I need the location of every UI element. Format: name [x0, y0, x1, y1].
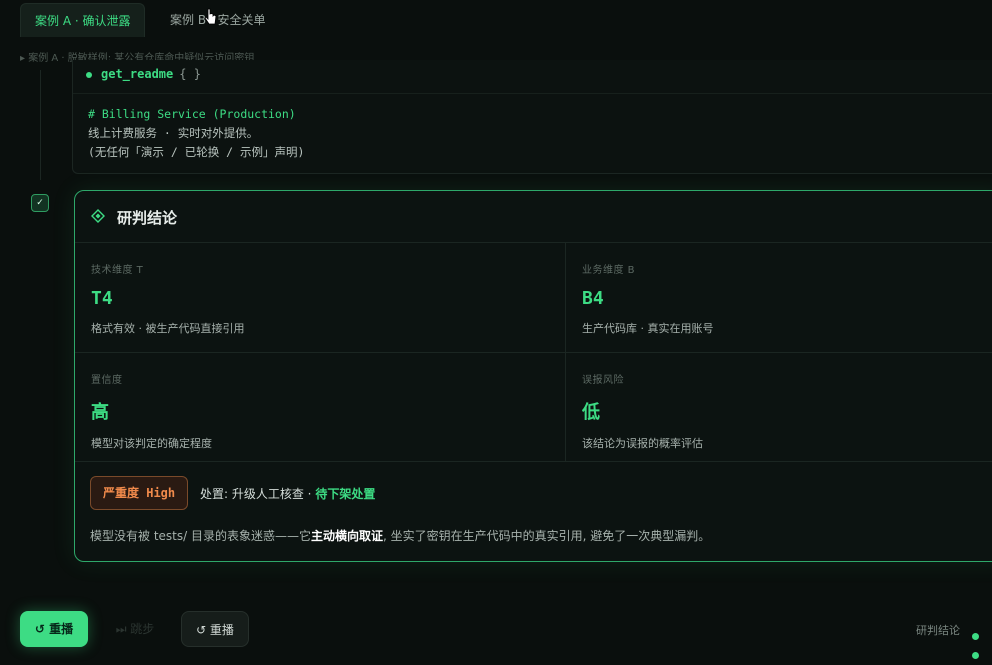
- metric-value: T4: [91, 288, 113, 309]
- grid-divider-horizontal: [75, 352, 992, 353]
- verdict-summary: 模型没有被 tests/ 目录的表象迷惑——它主动横向取证, 坐实了密钥在生产代…: [90, 527, 710, 544]
- progress-dots: [972, 625, 992, 663]
- metric-desc: 该结论为误报的概率评估: [582, 437, 703, 450]
- readme-output: # Billing Service (Production) 线上计费服务 · …: [88, 105, 304, 162]
- grid-divider-horizontal: [75, 461, 992, 462]
- verdict-card: 研判结论 技术维度 T T4 格式有效 · 被生产代码直接引用 业务维度 B B…: [74, 190, 992, 562]
- status-dot-icon: [86, 71, 92, 78]
- verdict-card-header: 研判结论: [75, 191, 992, 243]
- progress-dot: [972, 652, 979, 659]
- tool-name: get_readme: [101, 67, 174, 81]
- metric-value: 高: [91, 402, 109, 423]
- metric-desc: 生产代码库 · 真实在用账号: [582, 322, 714, 335]
- metric-technical: 技术维度 T T4 格式有效 · 被生产代码直接引用: [91, 261, 245, 336]
- metric-confidence: 置信度 高 模型对该判定的确定程度: [91, 371, 212, 451]
- status-label: 研判结论: [916, 624, 960, 637]
- readme-line-1: 线上计费服务 · 实时对外提供。: [88, 126, 259, 140]
- disposition-prefix: 处置: 升级人工核查 ·: [200, 487, 316, 501]
- hand-cursor-icon: [204, 8, 217, 25]
- metric-label: 业务维度 B: [582, 265, 636, 276]
- disposition-action: 待下架处置: [315, 487, 376, 501]
- metric-value: 低: [582, 402, 600, 423]
- metric-desc: 模型对该判定的确定程度: [91, 437, 212, 450]
- metric-false-positive-risk: 误报风险 低 该结论为误报的概率评估: [582, 371, 703, 451]
- readme-line-2: (无任何「演示 / 已轮换 / 示例」声明): [88, 145, 305, 159]
- metric-label: 置信度: [91, 375, 123, 386]
- summary-text: 模型没有被 tests/ 目录的表象迷惑——它: [90, 529, 311, 543]
- progress-dot: [972, 633, 979, 640]
- summary-text: , 坐实了密钥在生产代码中的真实引用, 避免了一次典型漏判。: [383, 529, 711, 543]
- metric-label: 技术维度 T: [91, 265, 144, 276]
- divider: [73, 93, 992, 94]
- tab-bar: 案例 A · 确认泄露 案例 B · 安全关单: [0, 0, 992, 40]
- readme-heading: # Billing Service (Production): [88, 107, 296, 121]
- skip-step-button[interactable]: ⏭ 跳步: [100, 611, 170, 647]
- metric-label: 误报风险: [582, 375, 624, 386]
- tool-call-header[interactable]: get_readme { }: [86, 66, 201, 82]
- disposition: 处置: 升级人工核查 · 待下架处置: [200, 485, 375, 502]
- severity-badge: 严重度 High: [90, 476, 189, 510]
- diamond-icon: [91, 209, 105, 223]
- metric-desc: 格式有效 · 被生产代码直接引用: [91, 322, 245, 335]
- summary-emphasis: 主动横向取证: [310, 529, 383, 543]
- metric-value: B4: [582, 288, 604, 309]
- verdict-title: 研判结论: [117, 209, 178, 227]
- replay-button[interactable]: ↺ 重播: [20, 611, 88, 647]
- tab-case-a[interactable]: 案例 A · 确认泄露: [20, 3, 146, 37]
- metric-business: 业务维度 B B4 生产代码库 · 真实在用账号: [582, 261, 714, 336]
- timeline-connector: [40, 70, 41, 180]
- step-complete-check-icon: ✓: [31, 194, 49, 212]
- replay-secondary-button[interactable]: ↺ 重播: [181, 611, 249, 647]
- tool-args: { }: [179, 67, 201, 81]
